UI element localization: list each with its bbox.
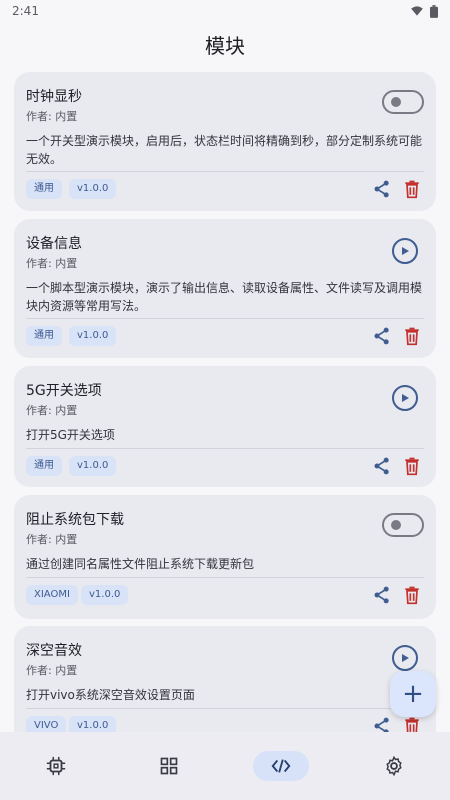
module-tag: 通用 [26,326,62,346]
module-description: 打开vivo系统深空音效设置页面 [26,688,195,702]
module-description: 一个脚本型演示模块，演示了输出信息、读取设备属性、文件读写及调用模块内资源等常用… [26,281,423,313]
module-card: 阻止系统包下载 作者: 内置 通过创建同名属性文件阻止系统下载更新包 XIAOM… [14,495,436,619]
module-description: 打开5G开关选项 [26,428,115,442]
module-author: 作者: 内置 [26,533,78,546]
wifi-icon [411,6,423,16]
module-tag: XIAOMI [26,585,78,605]
module-version-tag: v1.0.0 [69,179,117,199]
module-card: 深空音效 作者: 内置 打开vivo系统深空音效设置页面 VIVO v1.0.0 [14,626,436,732]
delete-icon[interactable] [402,716,422,732]
run-button[interactable] [392,645,418,671]
delete-icon[interactable] [402,326,422,346]
module-version-tag: v1.0.0 [69,326,117,346]
status-time: 2:41 [12,4,39,18]
status-bar: 2:41 [0,0,450,22]
module-title: 阻止系统包下载 [26,512,124,528]
nav-item-grid[interactable] [141,751,197,781]
module-card: 设备信息 作者: 内置 一个脚本型演示模块，演示了输出信息、读取设备属性、文件读… [14,219,436,358]
module-toggle[interactable] [382,513,424,537]
module-author: 作者: 内置 [26,257,78,270]
nav-item-chip[interactable] [28,751,84,781]
play-icon [402,394,409,402]
share-icon[interactable] [372,716,392,732]
module-card: 时钟显秒 作者: 内置 一个开关型演示模块，启用后，状态栏时间将精确到秒，部分定… [14,72,436,211]
module-tag: 通用 [26,179,62,199]
module-version-tag: v1.0.0 [69,456,117,476]
module-version-tag: v1.0.0 [81,585,129,605]
add-module-button[interactable]: + [390,671,436,717]
nav-item-code[interactable] [253,751,310,781]
module-toggle[interactable] [382,90,424,114]
delete-icon[interactable] [402,179,422,199]
module-title: 深空音效 [26,643,82,659]
run-button[interactable] [392,385,418,411]
card-divider [26,171,424,172]
share-icon[interactable] [372,456,392,476]
module-author: 作者: 内置 [26,404,78,417]
code-icon [271,759,291,773]
module-author: 作者: 内置 [26,664,78,677]
grid-icon [160,757,178,775]
delete-icon[interactable] [402,585,422,605]
share-icon[interactable] [372,326,392,346]
card-divider [26,448,424,449]
gear-icon [386,755,402,777]
share-icon[interactable] [372,179,392,199]
delete-icon[interactable] [402,456,422,476]
page-title: 模块 [205,34,245,58]
bottom-nav [0,732,450,800]
module-title: 时钟显秒 [26,89,82,105]
status-icons [410,4,438,18]
module-description: 一个开关型演示模块，启用后，状态栏时间将精确到秒，部分定制系统可能无效。 [26,134,423,166]
nav-item-settings[interactable] [366,751,422,781]
module-title: 5G开关选项 [26,383,102,399]
module-list[interactable]: 时钟显秒 作者: 内置 一个开关型演示模块，启用后，状态栏时间将精确到秒，部分定… [14,72,436,732]
module-description: 通过创建同名属性文件阻止系统下载更新包 [26,557,255,571]
card-divider [26,318,424,319]
module-author: 作者: 内置 [26,110,78,123]
battery-icon [430,4,438,18]
card-divider [26,577,424,578]
card-divider [26,708,424,709]
run-button[interactable] [392,238,418,264]
play-icon [402,654,409,662]
module-tag: VIVO [26,716,67,732]
module-card: 5G开关选项 作者: 内置 打开5G开关选项 通用 v1.0.0 [14,366,436,487]
share-icon[interactable] [372,585,392,605]
module-tag: 通用 [26,456,62,476]
module-version-tag: v1.0.0 [69,716,117,732]
chip-icon [47,756,66,776]
module-title: 设备信息 [26,236,82,252]
play-icon [402,247,409,255]
